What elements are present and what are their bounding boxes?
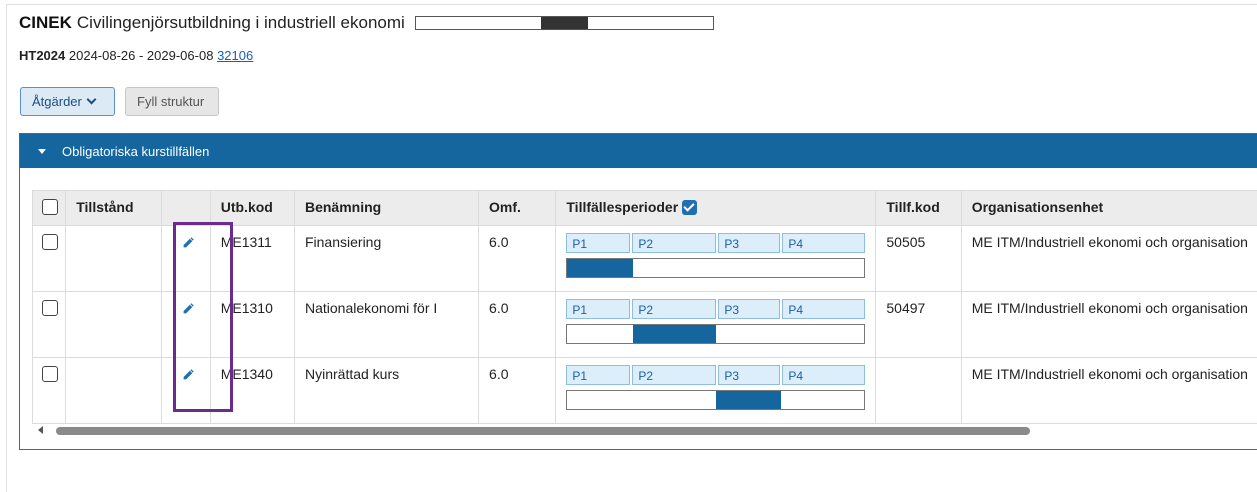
chevron-down-icon: [86, 94, 97, 105]
row-offering-code: [875, 357, 962, 424]
period-label-p3: P3: [718, 299, 781, 319]
row-checkbox[interactable]: [42, 366, 58, 382]
fill-structure-button[interactable]: Fyll struktur: [125, 87, 219, 116]
term-date-range: 2024-08-26 - 2029-06-08: [68, 48, 214, 63]
table-row[interactable]: ME1340 Nyinrättad kurs 6.0 P1 P2 P3 P4 ME ITM/I…: [31, 357, 1257, 424]
col-credits[interactable]: Omf.: [478, 190, 557, 226]
row-edit-cell: [161, 291, 211, 358]
period-label-p4: P4: [782, 299, 866, 319]
course-offerings-table: Tillstånd Utb.kod Benämning Omf. Tillfäl…: [31, 190, 1257, 424]
period-span-fill: [632, 325, 716, 343]
select-all-checkbox[interactable]: [42, 199, 58, 215]
scroll-thumb[interactable]: [56, 427, 1030, 435]
panel-header[interactable]: Obligatoriska kurstillfällen: [20, 134, 1257, 168]
pencil-icon[interactable]: [182, 302, 195, 318]
caret-down-icon[interactable]: [38, 149, 46, 154]
period-label-p4: P4: [782, 365, 866, 385]
row-offering-code: 50505: [875, 225, 962, 292]
period-labels: P1 P2 P3 P4: [566, 365, 866, 385]
pencil-icon[interactable]: [182, 236, 195, 252]
period-labels: P1 P2 P3 P4: [566, 233, 866, 253]
program-code: CINEK: [19, 13, 72, 32]
row-code: ME1311: [209, 225, 295, 292]
row-name: Nationalekonomi för I: [293, 291, 480, 358]
row-org: ME ITM/Industriell ekonomi och organisat…: [960, 291, 1257, 358]
row-state: [65, 357, 163, 424]
row-org: ME ITM/Industriell ekonomi och organisat…: [960, 225, 1257, 292]
pencil-icon[interactable]: [182, 368, 195, 384]
period-label-p1: P1: [566, 365, 631, 385]
period-span-fill: [715, 391, 782, 409]
row-org: ME ITM/Industriell ekonomi och organisat…: [960, 357, 1257, 424]
col-periods-label: Tillfällesperioder: [566, 199, 679, 215]
period-label-p4: P4: [782, 233, 866, 253]
period-labels: P1 P2 P3 P4: [566, 299, 866, 319]
col-code[interactable]: Utb.kod: [209, 190, 295, 226]
row-state: [65, 225, 163, 292]
table-header-row: Tillstånd Utb.kod Benämning Omf. Tillfäl…: [31, 190, 1257, 226]
actions-dropdown-button[interactable]: Åtgärder: [20, 87, 115, 116]
period-span-bar: [566, 324, 866, 344]
row-code: ME1310: [209, 291, 295, 358]
row-name: Finansiering: [293, 225, 480, 292]
row-select-cell: [31, 225, 67, 292]
col-name[interactable]: Benämning: [293, 190, 480, 226]
row-credits: 6.0: [478, 357, 557, 424]
period-label-p3: P3: [718, 233, 781, 253]
row-periods: P1 P2 P3 P4: [555, 291, 877, 358]
program-name: Civilingenjörsutbildning i industriell e…: [76, 13, 405, 32]
row-edit-cell: [161, 357, 211, 424]
fill-structure-label: Fyll struktur: [137, 94, 205, 109]
scroll-left-icon[interactable]: [38, 426, 43, 434]
col-offering-code[interactable]: Tillf.kod: [875, 190, 962, 226]
row-checkbox[interactable]: [42, 300, 58, 316]
row-periods: P1 P2 P3 P4: [555, 225, 877, 292]
period-label-p3: P3: [718, 365, 781, 385]
period-label-p1: P1: [566, 233, 631, 253]
row-checkbox[interactable]: [42, 234, 58, 250]
period-label-p1: P1: [566, 299, 631, 319]
period-label-p2: P2: [632, 365, 717, 385]
row-edit-cell: [161, 225, 211, 292]
row-state: [65, 291, 163, 358]
term-link[interactable]: 32106: [217, 48, 253, 63]
row-credits: 6.0: [478, 291, 557, 358]
period-span-bar: [566, 258, 866, 278]
row-code: ME1340: [209, 357, 295, 424]
period-label-p2: P2: [632, 299, 717, 319]
row-name: Nyinrättad kurs: [293, 357, 480, 424]
select-all-cell: [31, 190, 67, 226]
row-periods: P1 P2 P3 P4: [555, 357, 877, 424]
program-progress-bar: [414, 16, 714, 30]
term-label: HT2024: [19, 48, 66, 63]
period-span-bar: [566, 390, 866, 410]
row-select-cell: [31, 357, 67, 424]
horizontal-scrollbar[interactable]: [32, 424, 1257, 436]
row-select-cell: [31, 291, 67, 358]
period-label-p2: P2: [632, 233, 717, 253]
actions-label: Åtgärder: [32, 94, 82, 109]
col-periods[interactable]: Tillfällesperioder: [555, 190, 877, 226]
mandatory-courses-panel: Obligatoriska kurstillfällen Tillstånd U…: [19, 133, 1257, 450]
col-org[interactable]: Organisationsenhet: [960, 190, 1257, 226]
period-span-fill: [567, 259, 633, 277]
page-title: CINEK Civilingenjörsutbildning i industr…: [19, 12, 714, 34]
table-row[interactable]: ME1311 Finansiering 6.0 P1 P2 P3 P4 50505 ME ITM…: [31, 225, 1257, 292]
col-edit: [161, 190, 211, 226]
page-frame-left: [6, 4, 7, 492]
page-frame-top: [6, 4, 1257, 5]
checkmark-icon[interactable]: [682, 200, 698, 215]
row-credits: 6.0: [478, 225, 557, 292]
table-row[interactable]: ME1310 Nationalekonomi för I 6.0 P1 P2 P3 P4 50…: [31, 291, 1257, 358]
term-info: HT2024 2024-08-26 - 2029-06-08 32106: [19, 48, 253, 63]
col-state[interactable]: Tillstånd: [65, 190, 163, 226]
progress-fill: [540, 17, 589, 29]
row-offering-code: 50497: [875, 291, 962, 358]
panel-title: Obligatoriska kurstillfällen: [62, 143, 210, 159]
